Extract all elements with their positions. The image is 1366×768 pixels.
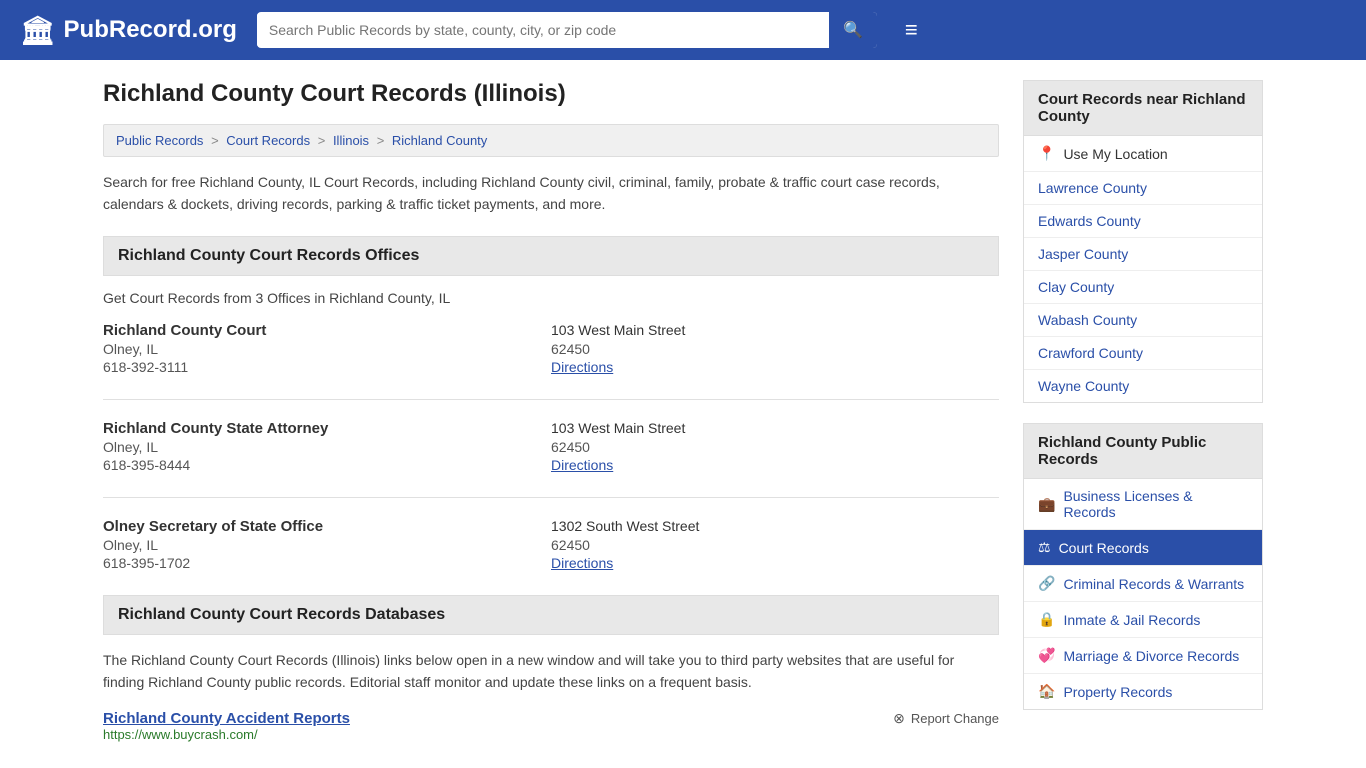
page-description: Search for free Richland County, IL Cour… — [103, 171, 999, 216]
search-button[interactable]: 🔍 — [829, 12, 877, 48]
home-icon: 🏠 — [1038, 683, 1055, 700]
sidebar-item-criminal-records[interactable]: 🔗 Criminal Records & Warrants — [1024, 566, 1262, 602]
database-entry-row: Richland County Accident Reports https:/… — [103, 710, 999, 742]
site-header: 🏛 PubRecord.org 🔍 ≡ — [0, 0, 1366, 60]
sidebar-nearby-item[interactable]: Clay County — [1024, 271, 1262, 304]
report-change-button[interactable]: ⊗ Report Change — [893, 710, 999, 727]
sidebar-nearby-title: Court Records near Richland County — [1023, 80, 1263, 136]
briefcase-icon: 💼 — [1038, 496, 1055, 513]
sidebar-nearby-item[interactable]: Lawrence County — [1024, 172, 1262, 205]
sidebar-item-label: Inmate & Jail Records — [1063, 612, 1200, 628]
breadcrumb-sep2: > — [318, 133, 329, 148]
use-location-label: Use My Location — [1063, 146, 1167, 162]
sidebar-nearby-list: 📍 Use My Location Lawrence County Edward… — [1023, 136, 1263, 403]
page-title: Richland County Court Records (Illinois) — [103, 80, 999, 108]
breadcrumb-public-records[interactable]: Public Records — [116, 133, 203, 148]
database-entry-title-container: Richland County Accident Reports https:/… — [103, 710, 350, 742]
office-city: Olney, IL — [103, 537, 551, 553]
breadcrumb: Public Records > Court Records > Illinoi… — [103, 124, 999, 157]
hamburger-menu[interactable]: ≡ — [905, 17, 918, 43]
page-container: Richland County Court Records (Illinois)… — [83, 60, 1283, 766]
office-entry: Richland County Court 103 West Main Stre… — [103, 322, 999, 375]
sidebar-item-label: Criminal Records & Warrants — [1063, 576, 1244, 592]
report-change-icon: ⊗ — [893, 710, 905, 727]
office-street: 1302 South West Street — [551, 518, 999, 535]
office-directions: Directions — [551, 457, 999, 473]
sidebar-public-records-title: Richland County Public Records — [1023, 423, 1263, 479]
search-input[interactable] — [257, 14, 829, 46]
directions-link[interactable]: Directions — [551, 555, 613, 571]
sidebar: Court Records near Richland County 📍 Use… — [1023, 80, 1263, 746]
office-city: Olney, IL — [103, 439, 551, 455]
sidebar-item-label: Property Records — [1063, 684, 1172, 700]
logo-text: PubRecord.org — [64, 16, 237, 44]
divider — [103, 399, 999, 400]
sidebar-nearby-item[interactable]: Wayne County — [1024, 370, 1262, 402]
rings-icon: 💞 — [1038, 647, 1055, 664]
offices-section-header: Richland County Court Records Offices — [103, 236, 999, 276]
office-phone: 618-395-8444 — [103, 457, 551, 473]
databases-description: The Richland County Court Records (Illin… — [103, 649, 999, 694]
database-entry-title[interactable]: Richland County Accident Reports — [103, 710, 350, 727]
directions-link[interactable]: Directions — [551, 457, 613, 473]
sidebar-item-inmate-records[interactable]: 🔒 Inmate & Jail Records — [1024, 602, 1262, 638]
sidebar-nearby-item[interactable]: Edwards County — [1024, 205, 1262, 238]
office-name: Richland County Court — [103, 322, 551, 339]
search-bar: 🔍 — [257, 12, 877, 48]
office-directions: Directions — [551, 359, 999, 375]
sidebar-nearby-item[interactable]: Wabash County — [1024, 304, 1262, 337]
sidebar-item-label: Court Records — [1059, 540, 1149, 556]
office-phone: 618-392-3111 — [103, 359, 551, 375]
offices-count-text: Get Court Records from 3 Offices in Rich… — [103, 290, 999, 306]
site-logo[interactable]: 🏛 PubRecord.org — [20, 14, 237, 47]
databases-section-header: Richland County Court Records Databases — [103, 595, 999, 635]
office-street: 103 West Main Street — [551, 322, 999, 339]
breadcrumb-richland-county[interactable]: Richland County — [392, 133, 487, 148]
breadcrumb-sep3: > — [377, 133, 388, 148]
sidebar-nearby-item[interactable]: Jasper County — [1024, 238, 1262, 271]
sidebar-public-records-list: 💼 Business Licenses & Records ⚖ Court Re… — [1023, 479, 1263, 710]
office-street: 103 West Main Street — [551, 420, 999, 437]
sidebar-item-property-records[interactable]: 🏠 Property Records — [1024, 674, 1262, 709]
report-change-label: Report Change — [911, 711, 999, 726]
sidebar-item-business-licenses[interactable]: 💼 Business Licenses & Records — [1024, 479, 1262, 530]
breadcrumb-court-records[interactable]: Court Records — [226, 133, 310, 148]
sidebar-item-label: Business Licenses & Records — [1063, 488, 1248, 520]
divider — [103, 497, 999, 498]
office-name: Olney Secretary of State Office — [103, 518, 551, 535]
office-entry: Olney Secretary of State Office 1302 Sou… — [103, 518, 999, 571]
office-zip: 62450 — [551, 341, 999, 357]
sidebar-use-location[interactable]: 📍 Use My Location — [1024, 136, 1262, 172]
main-content: Richland County Court Records (Illinois)… — [103, 80, 999, 746]
breadcrumb-sep1: > — [211, 133, 222, 148]
database-entry-url: https://www.buycrash.com/ — [103, 727, 350, 742]
office-city: Olney, IL — [103, 341, 551, 357]
sidebar-item-marriage-records[interactable]: 💞 Marriage & Divorce Records — [1024, 638, 1262, 674]
sidebar-item-label: Marriage & Divorce Records — [1063, 648, 1239, 664]
office-zip: 62450 — [551, 439, 999, 455]
breadcrumb-illinois[interactable]: Illinois — [333, 133, 369, 148]
office-directions: Directions — [551, 555, 999, 571]
scales-icon: ⚖ — [1038, 539, 1051, 556]
office-name: Richland County State Attorney — [103, 420, 551, 437]
sidebar-item-court-records[interactable]: ⚖ Court Records — [1024, 530, 1262, 566]
directions-link[interactable]: Directions — [551, 359, 613, 375]
office-zip: 62450 — [551, 537, 999, 553]
office-phone: 618-395-1702 — [103, 555, 551, 571]
sidebar-nearby-item[interactable]: Crawford County — [1024, 337, 1262, 370]
logo-icon: 🏛 — [20, 14, 56, 47]
location-icon: 📍 — [1038, 145, 1055, 162]
office-entry: Richland County State Attorney 103 West … — [103, 420, 999, 473]
lock-icon: 🔒 — [1038, 611, 1055, 628]
link-icon: 🔗 — [1038, 575, 1055, 592]
